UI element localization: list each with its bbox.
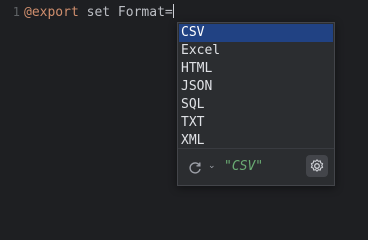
gutter: 1: [0, 0, 22, 210]
popup-footer: ⌄ "CSV": [178, 148, 334, 185]
code-line[interactable]: @export set Format=: [24, 4, 174, 21]
refresh-icon[interactable]: [187, 160, 203, 176]
export-keyword: @export: [24, 5, 79, 20]
completion-item-html[interactable]: HTML: [179, 60, 333, 78]
completion-popup: CSV Excel HTML JSON SQL TXT XML ⌄ "CSV": [177, 22, 335, 186]
text-caret: [172, 4, 174, 18]
completion-list: CSV Excel HTML JSON SQL TXT XML: [178, 23, 334, 150]
completion-item-csv[interactable]: CSV: [179, 24, 333, 42]
completion-item-txt[interactable]: TXT: [179, 114, 333, 132]
completion-item-excel[interactable]: Excel: [179, 42, 333, 60]
value-preview: "CSV": [224, 159, 264, 174]
completion-item-sql[interactable]: SQL: [179, 96, 333, 114]
completion-item-json[interactable]: JSON: [179, 78, 333, 96]
gear-icon: [310, 159, 324, 172]
settings-button[interactable]: [306, 155, 328, 177]
line-number: 1: [12, 5, 20, 19]
editor-window: 1 @export set Format= CSV Excel HTML JSO…: [0, 0, 368, 210]
code-text: set Format=: [78, 5, 173, 20]
chevron-down-icon[interactable]: ⌄: [208, 161, 216, 171]
